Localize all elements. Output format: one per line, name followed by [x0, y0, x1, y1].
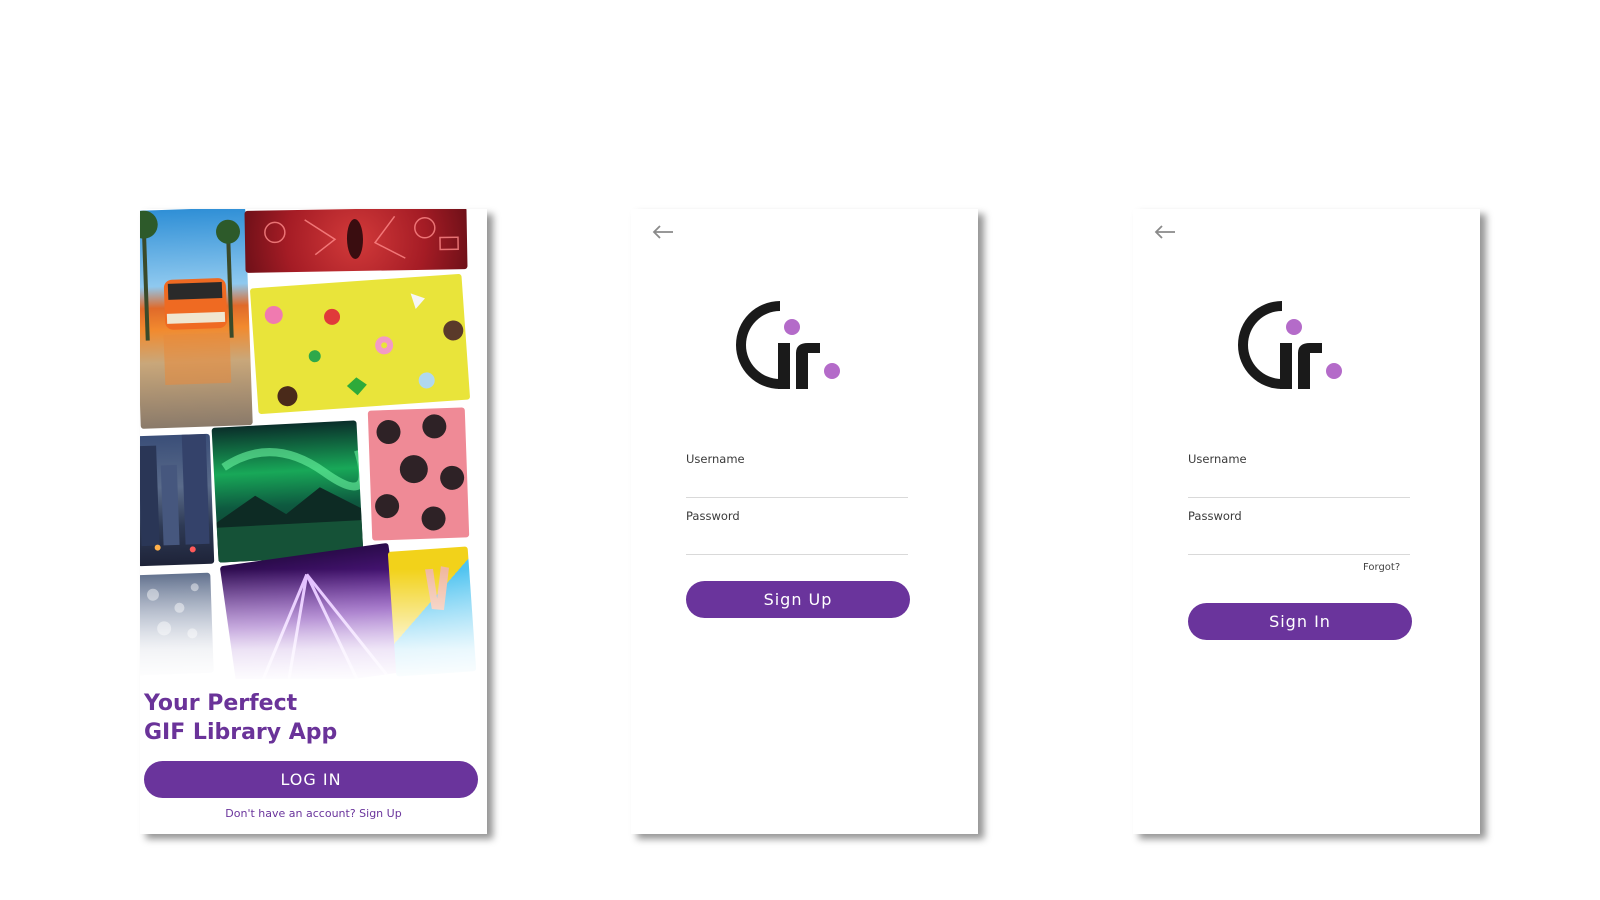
gif-thumb-aurora[interactable] [211, 420, 364, 563]
gif-thumb-red-neon[interactable] [244, 209, 468, 273]
forgot-password-link[interactable]: Forgot? [1363, 562, 1400, 573]
signup-link[interactable]: Don't have an account? Sign Up [140, 807, 487, 820]
username-input[interactable] [686, 473, 908, 498]
gif-logo [1238, 301, 1342, 389]
gif-thumb-beach-van[interactable] [140, 209, 253, 429]
collage-fade [140, 569, 487, 679]
gif-thumb-candy-yellow[interactable] [249, 273, 471, 415]
signup-screen: Username Password Sign Up [631, 209, 978, 834]
gif-logo [736, 301, 840, 389]
arrow-left-icon[interactable] [651, 224, 675, 240]
app-headline: Your Perfect GIF Library App [144, 689, 337, 747]
sign-up-button[interactable]: Sign Up [686, 581, 910, 618]
arrow-left-icon[interactable] [1153, 224, 1177, 240]
headline-line-1: Your Perfect [144, 691, 298, 716]
login-button[interactable]: LOG IN [144, 761, 478, 798]
sign-in-button[interactable]: Sign In [1188, 603, 1412, 640]
gif-collage [140, 209, 487, 679]
gif-thumb-pink-cookies[interactable] [367, 407, 470, 541]
password-input[interactable] [1188, 530, 1410, 555]
password-label: Password [1188, 509, 1242, 523]
signin-screen: Username Password Forgot? Sign In [1133, 209, 1480, 834]
password-input[interactable] [686, 530, 908, 555]
welcome-screen: Your Perfect GIF Library App LOG IN Don'… [140, 209, 487, 834]
username-label: Username [1188, 452, 1247, 466]
username-input[interactable] [1188, 473, 1410, 498]
gif-thumb-city-street[interactable] [140, 433, 215, 567]
username-label: Username [686, 452, 745, 466]
password-label: Password [686, 509, 740, 523]
headline-line-2: GIF Library App [144, 720, 338, 745]
